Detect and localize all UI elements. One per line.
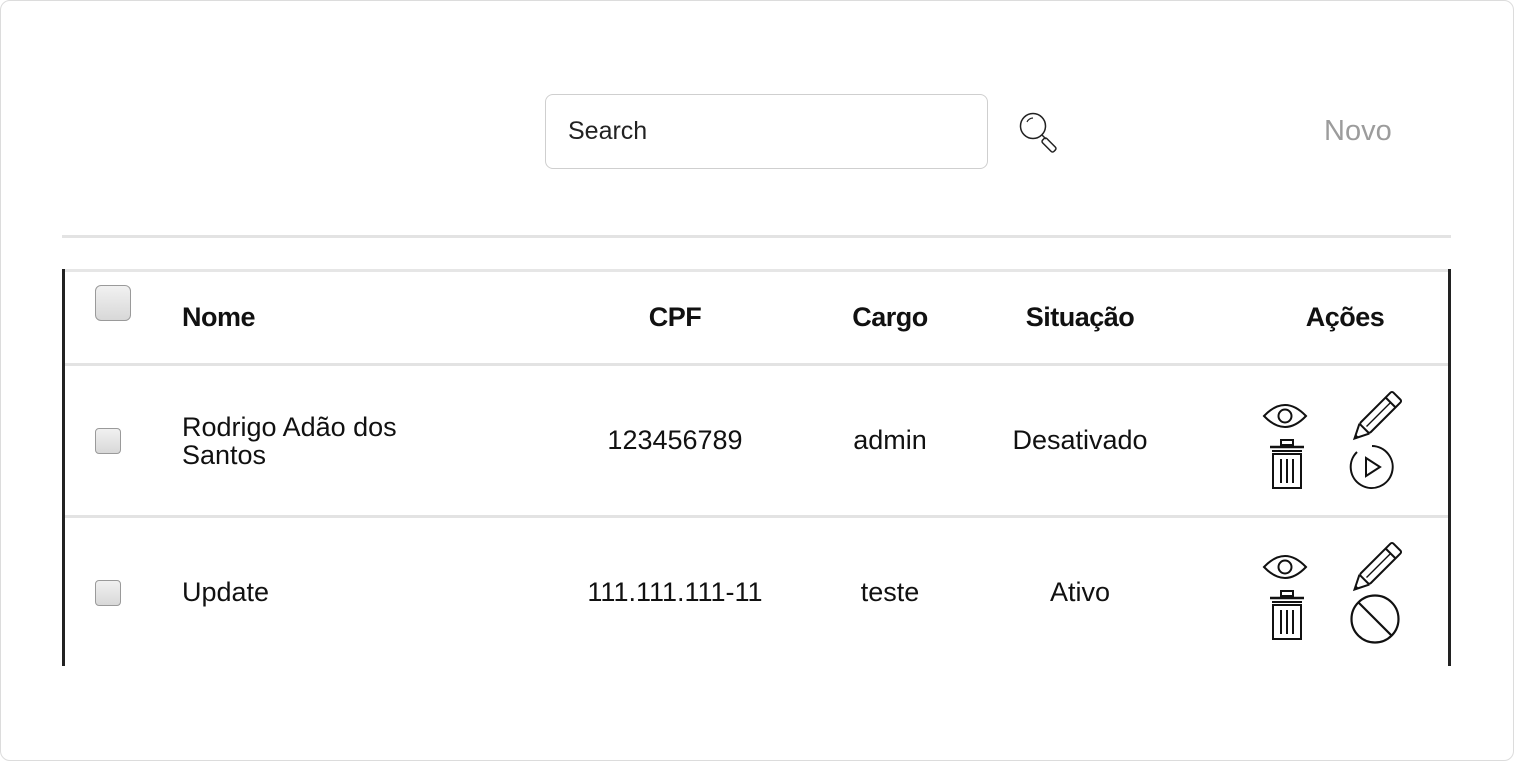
search-input[interactable] (545, 94, 988, 169)
row-actions (1255, 366, 1415, 515)
row-checkbox[interactable] (95, 427, 121, 454)
cell-situacao: Ativo (1049, 577, 1111, 607)
header-nome: Nome (182, 302, 256, 332)
header-cpf: CPF (648, 302, 702, 332)
table-header: Nome CPF Cargo Situação Ações (65, 272, 1448, 363)
table-row: Update 111.111.111-11 teste Ativo (65, 519, 1448, 666)
play-circle-icon[interactable] (1349, 444, 1395, 495)
cell-nome-text: Rodrigo Adão dos Santos (182, 411, 397, 470)
row-checkbox[interactable] (95, 579, 121, 606)
cell-situacao: Desativado (1012, 425, 1148, 455)
select-all-checkbox[interactable] (95, 284, 131, 321)
table-row: Rodrigo Adão dos Santos 123456789 admin … (65, 366, 1448, 515)
divider (62, 235, 1451, 238)
trash-icon[interactable] (1269, 589, 1305, 646)
header-cargo: Cargo (852, 302, 928, 332)
cell-cargo: admin (853, 425, 927, 455)
cell-cpf: 123456789 (607, 425, 743, 455)
search-icon[interactable] (1016, 109, 1072, 159)
pencil-icon[interactable] (1347, 390, 1403, 451)
eye-icon[interactable] (1261, 400, 1309, 437)
eye-icon[interactable] (1261, 551, 1309, 588)
cell-nome: Rodrigo Adão dos Santos (182, 366, 482, 515)
users-panel: Novo Nome CPF Cargo Situação Ações Rodri… (0, 0, 1514, 761)
row-divider (65, 515, 1448, 518)
header-acoes: Ações (1305, 302, 1385, 332)
users-table: Nome CPF Cargo Situação Ações Rodrigo Ad… (62, 269, 1451, 666)
block-icon[interactable] (1349, 593, 1401, 650)
cell-cargo: teste (860, 577, 920, 607)
cell-nome: Update (182, 577, 270, 607)
cell-cpf: 111.111.111-11 (587, 577, 763, 607)
header-situacao: Situação (1025, 302, 1135, 332)
trash-icon[interactable] (1269, 438, 1305, 495)
row-actions (1255, 519, 1415, 666)
new-button[interactable]: Novo (1324, 115, 1392, 148)
